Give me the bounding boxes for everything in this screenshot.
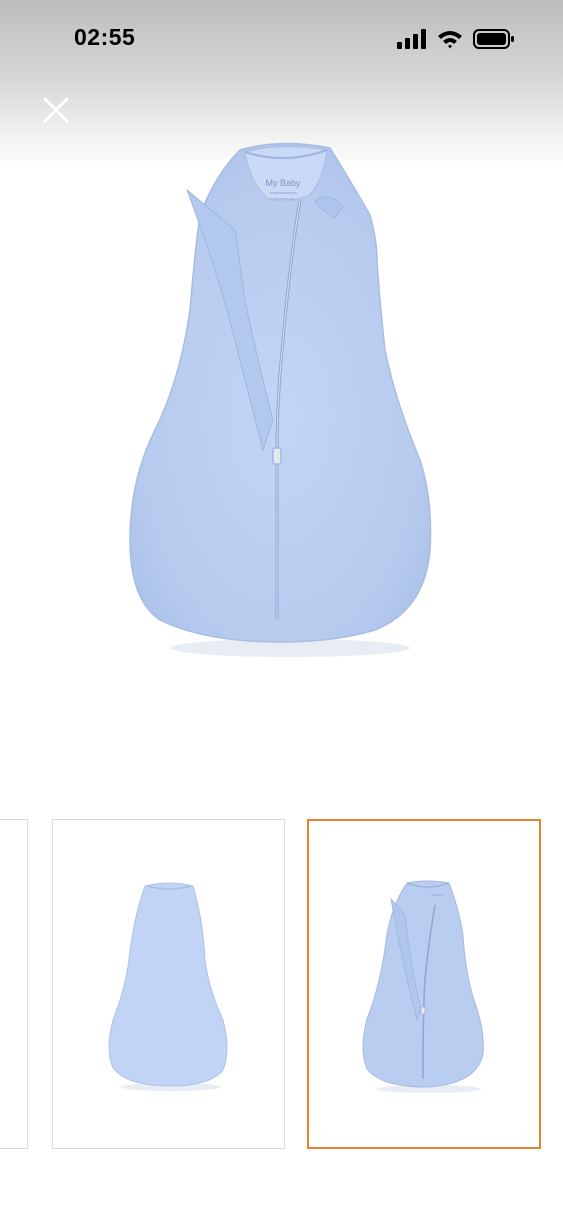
status-icons: [397, 28, 515, 50]
thumbnail-front-zip-view[interactable]: [307, 819, 541, 1149]
battery-icon: [473, 29, 514, 49]
status-time: 02:55: [74, 24, 136, 50]
thumbnail-partial[interactable]: [0, 819, 28, 1149]
close-button[interactable]: [38, 92, 74, 128]
thumbnail-front-image: [362, 880, 484, 1093]
label-brand: My Baby: [265, 178, 301, 188]
thumbnail-strip: [0, 819, 563, 1151]
thumbnail-back-view[interactable]: [52, 819, 285, 1149]
status-bar: 02:55: [0, 0, 563, 76]
thumbnail-back-image: [108, 882, 228, 1091]
wifi-icon: [438, 31, 462, 49]
close-icon: [43, 97, 69, 123]
cellular-signal-icon: [397, 29, 426, 49]
main-product-image: My Baby: [129, 142, 432, 657]
